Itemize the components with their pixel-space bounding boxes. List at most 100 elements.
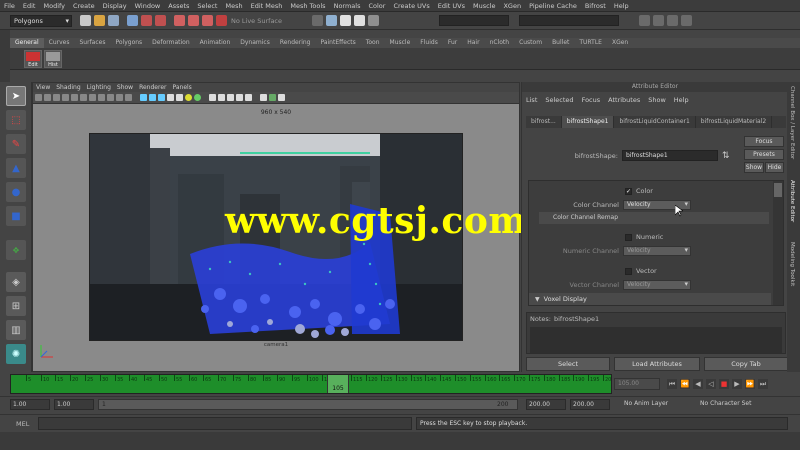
side-tab-channel-box[interactable]: Channel Box / Layer Editor [789, 86, 795, 159]
shelf-tab-deformation[interactable]: Deformation [147, 38, 194, 48]
move-tool-icon[interactable]: ▲ [6, 158, 26, 178]
quick-select-field[interactable] [519, 15, 620, 26]
last-tool-icon[interactable]: ✥ [6, 240, 26, 260]
node-tab-bifrost[interactable]: bifrost... [526, 116, 562, 128]
snap-grid-icon[interactable] [174, 15, 185, 26]
shelf-tab-custom[interactable]: Custom [514, 38, 547, 48]
shelf-tab-general[interactable]: General [10, 38, 44, 48]
shelf-tab-dynamics[interactable]: Dynamics [235, 38, 275, 48]
shelf-tab-turtle[interactable]: TURTLE [574, 38, 607, 48]
toggle-tool-settings-icon[interactable] [667, 15, 679, 26]
select-tool-icon[interactable]: ➤ [6, 86, 26, 106]
gamma-icon[interactable] [269, 94, 276, 101]
snap-point-icon[interactable] [202, 15, 213, 26]
ae-menu-list[interactable]: List [522, 96, 541, 104]
menu-mesh[interactable]: Mesh [221, 2, 246, 10]
snap-curve-icon[interactable] [188, 15, 199, 26]
menu-window[interactable]: Window [131, 2, 165, 10]
paint-select-tool-icon[interactable]: ✎ [6, 134, 26, 154]
smooth-shade-icon[interactable] [149, 94, 156, 101]
color-checkbox[interactable]: ✓ [625, 187, 632, 195]
voxel-display-header[interactable]: ▼ Voxel Display [529, 293, 771, 305]
shelf-tab-toon[interactable]: Toon [361, 38, 385, 48]
node-tab-bifrostliquidcontainer1[interactable]: bifrostLiquidContainer1 [614, 116, 696, 128]
ae-menu-attributes[interactable]: Attributes [604, 96, 644, 104]
construction-history-icon[interactable] [312, 15, 324, 26]
ae-menu-show[interactable]: Show [644, 96, 670, 104]
single-perspective-layout-icon[interactable]: ◈ [6, 272, 26, 292]
play-backwards-icon[interactable]: ◁ [706, 379, 716, 389]
select-button[interactable]: Select [526, 357, 610, 371]
bifrost-icon[interactable]: ✺ [6, 344, 26, 364]
select-component-icon[interactable] [155, 15, 166, 26]
menu-muscle[interactable]: Muscle [469, 2, 500, 10]
wireframe-on-shaded-icon[interactable] [158, 94, 165, 101]
grid-icon[interactable] [71, 94, 78, 101]
step-forward-key-icon[interactable]: ⏩ [745, 379, 755, 389]
menu-color[interactable]: Color [364, 2, 389, 10]
safe-action-icon[interactable] [116, 94, 123, 101]
shelf-tab-curves[interactable]: Curves [44, 38, 75, 48]
show-button[interactable]: Show [744, 162, 764, 173]
go-to-start-icon[interactable]: ⏮ [667, 379, 677, 389]
menu-help[interactable]: Help [610, 2, 633, 10]
wireframe-icon[interactable] [140, 94, 147, 101]
menu-display[interactable]: Display [99, 2, 131, 10]
vector-checkbox[interactable] [625, 267, 632, 275]
shelf-tab-fluids[interactable]: Fluids [415, 38, 443, 48]
menu-edit-mesh[interactable]: Edit Mesh [247, 2, 287, 10]
multisample-aa-icon[interactable] [218, 94, 225, 101]
time-slider[interactable]: 5 10 15 20 25 30 35 40 45 50 55 60 65 70 75 80 85 90 95 100… [10, 374, 612, 394]
use-all-lights-icon[interactable] [176, 94, 183, 101]
shadows-icon[interactable] [185, 94, 192, 101]
render-view-icon[interactable] [326, 15, 338, 26]
animation-end-field[interactable]: 200.00 [570, 399, 610, 410]
depth-of-field-icon[interactable] [227, 94, 234, 101]
menu-xgen[interactable]: XGen [499, 2, 525, 10]
isolate-select-icon[interactable] [236, 94, 243, 101]
playback-start-field[interactable]: 1.00 [54, 399, 94, 410]
menu-pipeline-cache[interactable]: Pipeline Cache [525, 2, 581, 10]
current-time-marker[interactable]: 105 [327, 375, 349, 393]
viewport-menu-panels[interactable]: Panels [169, 83, 194, 92]
stop-icon[interactable]: ■ [719, 379, 729, 389]
load-attributes-button[interactable]: Load Attributes [614, 357, 700, 371]
viewport-menu-renderer[interactable]: Renderer [136, 83, 169, 92]
menu-set-dropdown[interactable]: Polygons [10, 14, 72, 27]
ae-menu-focus[interactable]: Focus [578, 96, 605, 104]
step-forward-frame-icon[interactable]: ▶ [732, 379, 742, 389]
viewport-menu-lighting[interactable]: Lighting [84, 83, 114, 92]
shelf-tab-muscle[interactable]: Muscle [385, 38, 416, 48]
character-set-dropdown[interactable]: No Character Set [698, 399, 770, 410]
shelf-tab-animation[interactable]: Animation [195, 38, 236, 48]
presets-button[interactable]: Presets [744, 149, 784, 160]
shelf-tab-rendering[interactable]: Rendering [275, 38, 316, 48]
hide-button[interactable]: Hide [765, 162, 784, 173]
render-settings-icon[interactable] [368, 15, 380, 26]
ae-menu-help[interactable]: Help [670, 96, 693, 104]
menu-select[interactable]: Select [193, 2, 221, 10]
color-channel-remap-header[interactable]: Color Channel Remap [539, 212, 769, 224]
toggle-channel-box-icon[interactable] [681, 15, 693, 26]
playback-end-field[interactable]: 200.00 [526, 399, 566, 410]
command-input[interactable] [38, 417, 412, 430]
viewport-menu-show[interactable]: Show [114, 83, 136, 92]
go-to-end-icon[interactable]: ⏭ [758, 379, 768, 389]
menu-modify[interactable]: Modify [39, 2, 69, 10]
shelf-tab-bullet[interactable]: Bullet [547, 38, 574, 48]
select-object-icon[interactable] [141, 15, 152, 26]
menu-bifrost[interactable]: Bifrost [581, 2, 610, 10]
image-plane-icon[interactable] [62, 94, 69, 101]
open-scene-icon[interactable] [94, 15, 105, 26]
xray-icon[interactable] [245, 94, 252, 101]
shelf-tab-xgen[interactable]: XGen [607, 38, 633, 48]
film-gate-icon[interactable] [80, 94, 87, 101]
shelf-tab-surfaces[interactable]: Surfaces [74, 38, 110, 48]
shelf-tab-ncloth[interactable]: nCloth [485, 38, 515, 48]
input-line-field[interactable] [439, 15, 510, 26]
command-language-label[interactable]: MEL [16, 420, 38, 428]
shelf-edit-button[interactable]: Edit [24, 49, 42, 68]
side-tab-attribute-editor[interactable]: Attribute Editor [789, 180, 795, 222]
select-hierarchy-icon[interactable] [127, 15, 138, 26]
field-chart-icon[interactable] [107, 94, 114, 101]
